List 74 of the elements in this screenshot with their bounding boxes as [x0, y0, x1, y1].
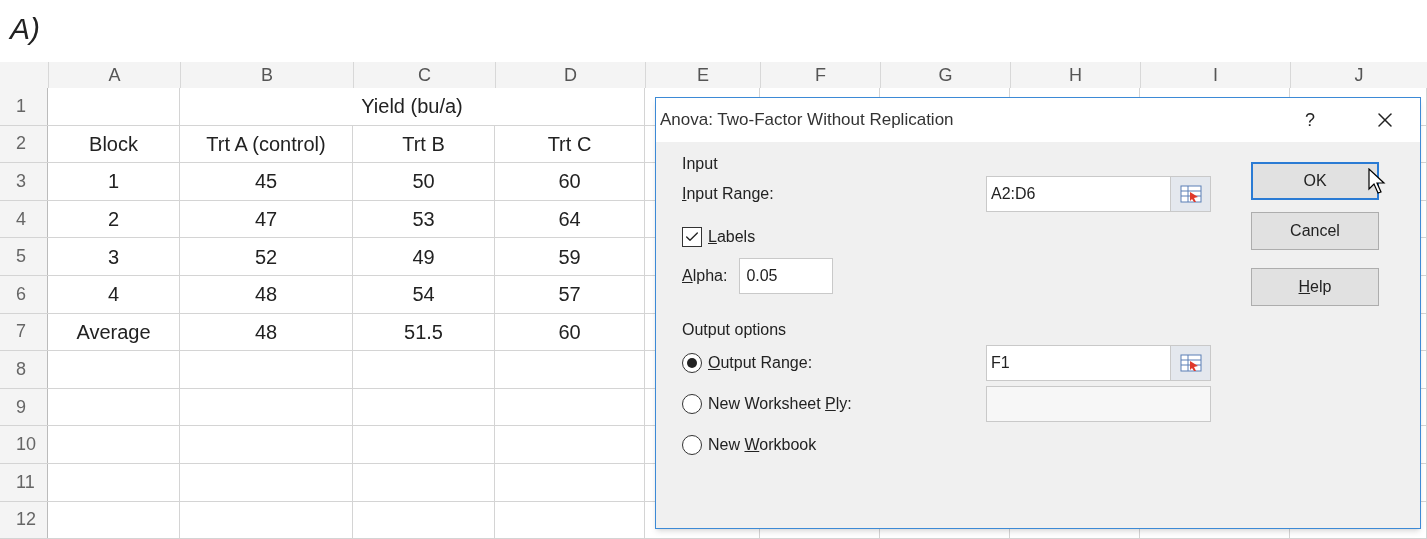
radio-label: New Workbook [708, 434, 817, 455]
table-cell: 60 [495, 313, 645, 351]
row-header[interactable]: 7 [0, 313, 48, 351]
table-cell: 51.5 [353, 313, 495, 351]
table-cell: Trt A (control) [180, 125, 353, 163]
table-cell: 54 [353, 275, 495, 313]
table-cell: Average [48, 313, 180, 351]
table-cell: 1 [48, 163, 180, 200]
table-cell: 64 [495, 200, 645, 238]
table-cell: 49 [353, 238, 495, 275]
table-cell: Block [48, 125, 180, 163]
row-header[interactable]: 12 [0, 501, 48, 539]
table-cell: 53 [353, 200, 495, 238]
table-cell: 48 [180, 275, 353, 313]
range-picker-icon [1179, 185, 1202, 203]
column-header[interactable]: H [1010, 62, 1140, 88]
range-select-button[interactable] [1170, 345, 1210, 380]
table-cell: 59 [495, 238, 645, 275]
column-header[interactable]: I [1140, 62, 1290, 88]
row-header[interactable]: 11 [0, 463, 48, 501]
radio-button[interactable] [682, 393, 702, 414]
worksheet-name-field[interactable] [986, 385, 1211, 422]
table-cell: 57 [495, 275, 645, 313]
dialog-button[interactable]: OK [1251, 162, 1379, 200]
cursor-icon [1368, 168, 1386, 194]
dialog-button[interactable]: Cancel [1251, 212, 1379, 250]
table-cell: Yield (bu/a) [180, 88, 645, 125]
dialog-button[interactable]: Help [1251, 268, 1379, 306]
range-select-button[interactable] [1170, 177, 1210, 211]
column-header[interactable]: A [48, 62, 180, 88]
table-cell: Trt B [353, 125, 495, 163]
table-cell: 60 [495, 163, 645, 200]
checkbox-label: Labels [708, 227, 756, 247]
column-header[interactable]: G [880, 62, 1010, 88]
table-cell: Trt C [495, 125, 645, 163]
row-header[interactable]: 9 [0, 388, 48, 426]
row-header[interactable]: 4 [0, 200, 48, 238]
row-header[interactable]: 1 [0, 88, 48, 125]
column-header[interactable]: J [1290, 62, 1427, 88]
section-heading: Input [682, 154, 718, 174]
section-heading: Output options [682, 320, 787, 340]
table-cell: 2 [48, 200, 180, 238]
row-header[interactable]: 5 [0, 238, 48, 275]
row-header[interactable]: 2 [0, 125, 48, 163]
alpha-field[interactable]: 0.05 [739, 258, 834, 294]
table-cell: 3 [48, 238, 180, 275]
radio-button[interactable] [682, 434, 702, 455]
row-header[interactable]: 6 [0, 275, 48, 313]
column-header[interactable]: B [180, 62, 353, 88]
radio-button[interactable] [682, 352, 702, 373]
table-cell: 45 [180, 163, 353, 200]
table-cell: 4 [48, 275, 180, 313]
table-cell: 48 [180, 313, 353, 351]
column-header[interactable]: D [495, 62, 645, 88]
help-button[interactable]: ? [1290, 106, 1330, 134]
range-picker-icon [1179, 353, 1202, 372]
field-label: Alpha: [682, 266, 728, 286]
radio-label: New Worksheet Ply: [708, 393, 852, 414]
column-header[interactable]: E [645, 62, 760, 88]
column-header[interactable]: F [760, 62, 880, 88]
output-range-field[interactable]: F1 [986, 344, 1211, 381]
row-header[interactable]: 10 [0, 426, 48, 463]
row-header[interactable]: 3 [0, 163, 48, 200]
dialog-title: Anova: Two-Factor Without Replication [660, 109, 955, 132]
input-range-field[interactable]: A2:D6 [986, 176, 1211, 212]
row-header[interactable]: 8 [0, 351, 48, 388]
column-header[interactable]: C [353, 62, 495, 88]
table-cell: 50 [353, 163, 495, 200]
labels-checkbox[interactable] [682, 227, 702, 247]
table-cell: 47 [180, 200, 353, 238]
radio-label: Output Range: [708, 352, 813, 373]
table-cell: 52 [180, 238, 353, 275]
figure-label: A) [10, 12, 40, 45]
field-label: Input Range: [682, 185, 774, 202]
